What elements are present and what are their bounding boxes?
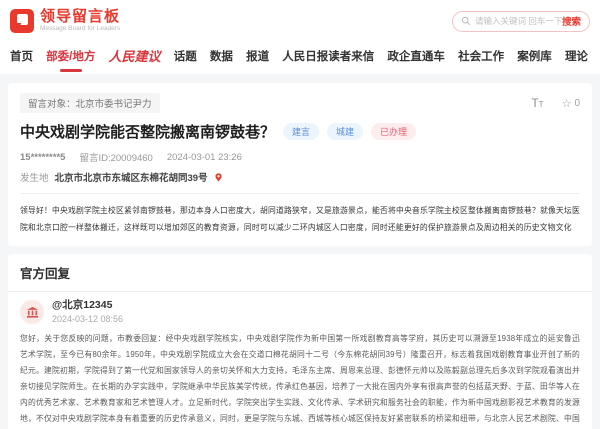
nav-data[interactable]: 数据 [210, 48, 233, 64]
official-reply-heading: 官方回复 [20, 267, 71, 281]
search-icon [461, 16, 471, 26]
message-body: 领导好！中央戏剧学院主校区紧邻南锣鼓巷，那边本身人口密度大，胡同道路狭窄，又是旅… [20, 206, 580, 232]
nav-gov-enterprise[interactable]: 政企直通车 [387, 48, 445, 64]
tag-urban-construction: 城建 [327, 123, 364, 140]
reply-author-avatar [20, 300, 44, 324]
message-card: 留言对象：北京市委书记尹力 TT ☆ 0 中央戏剧学院能否整院搬离南锣鼓巷？ 建… [8, 83, 592, 246]
tag-suggestion: 建言 [283, 123, 320, 140]
nav-people-suggestions[interactable]: 人民建议 [109, 46, 161, 65]
like-button[interactable]: ☆ 0 [562, 97, 580, 110]
reply-author-name[interactable]: @北京12345 [52, 300, 123, 311]
location-value: 北京市北京市东城区东棉花胡同39号 [54, 173, 208, 184]
location-label: 发生地 [20, 173, 49, 184]
site-subtitle: Message Board for Leaders [40, 25, 121, 33]
nav-ministries-local[interactable]: 部委/地方 [46, 48, 95, 64]
reply-body: 您好，关于您反映的问题，市教委回复：经中央戏剧学院核实，中央戏剧学院作为新中国第… [20, 334, 580, 423]
nav-topics[interactable]: 话题 [174, 48, 197, 64]
star-icon: ☆ [561, 97, 572, 110]
nav-reports[interactable]: 报道 [246, 48, 269, 64]
message-time: 2024-03-01 23:26 [166, 151, 242, 163]
like-count: 0 [574, 97, 580, 109]
site-title: 领导留言板 [40, 8, 121, 26]
reply-divider [8, 291, 592, 292]
site-header: 领导留言板 Message Board for Leaders 搜索 首页 部委… [0, 0, 600, 74]
nav-social-work[interactable]: 社会工作 [458, 48, 504, 64]
search-box[interactable]: 搜索 [452, 10, 590, 32]
search-button[interactable]: 搜索 [562, 14, 581, 28]
message-board-logo-icon [10, 9, 34, 33]
message-title: 中央戏剧学院能否整院搬离南锣鼓巷？ [20, 124, 276, 141]
font-size-icon[interactable]: TT [531, 96, 543, 110]
government-building-icon [26, 306, 38, 318]
search-input[interactable] [475, 16, 562, 26]
nav-case-library[interactable]: 案例库 [517, 48, 552, 64]
site-logo[interactable]: 领导留言板 Message Board for Leaders [10, 9, 120, 33]
message-target-badge: 留言对象：北京市委书记尹力 [20, 93, 160, 113]
message-id: 留言ID:20009460 [79, 153, 153, 164]
tag-handled: 已办理 [371, 123, 417, 140]
official-reply-card: 官方回复 @北京12345 2024-03-12 08:56 您好，关于您反映的… [8, 254, 592, 429]
message-divider [20, 193, 580, 194]
nav-reader-letters[interactable]: 人民日报读者来信 [282, 48, 374, 64]
nav-home[interactable]: 首页 [10, 48, 33, 64]
nav-theory[interactable]: 理论 [565, 48, 588, 64]
reply-time: 2024-03-12 08:56 [52, 313, 124, 324]
message-user: 15********5 [20, 151, 66, 163]
main-nav: 首页 部委/地方 人民建议 话题 数据 报道 人民日报读者来信 政企直通车 社会… [10, 36, 590, 74]
location-pin-icon[interactable] [214, 172, 223, 182]
top-bar: 领导留言板 Message Board for Leaders 搜索 [10, 6, 590, 36]
